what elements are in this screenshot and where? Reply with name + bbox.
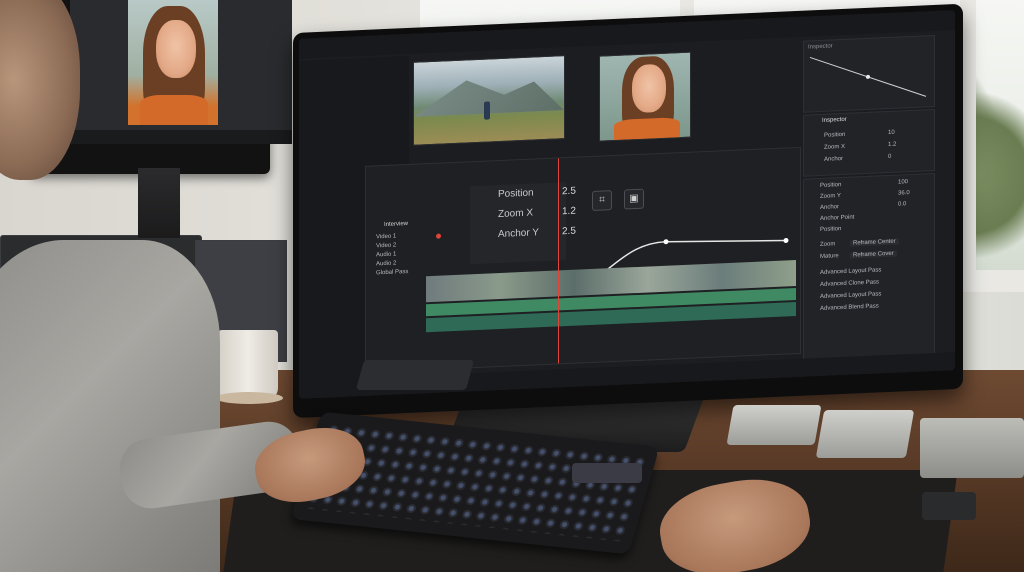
playhead[interactable] [558, 158, 559, 364]
dropdown-label: Zoom [820, 241, 836, 248]
tree-title: Interview [384, 220, 409, 229]
row-label: Position [820, 226, 842, 233]
param-value[interactable]: 2.5 [562, 186, 576, 198]
row-label: Position [824, 131, 846, 139]
keyframe-dot[interactable] [663, 239, 669, 245]
inspector-panel: Inspector Position 10 Zoom X 1.2 Anchor … [803, 108, 935, 177]
crop-icon[interactable]: ⌗ [592, 190, 612, 211]
row-value: 0 [888, 153, 892, 161]
properties-panel: Position 100 Zoom Y 36.0 Anchor 0.0 Anch… [803, 172, 935, 361]
transform-icon[interactable]: ▣ [624, 188, 644, 210]
param-label: Anchor Y [498, 227, 539, 241]
dropdown-value[interactable]: Reframe Center [850, 238, 899, 247]
dropdown-value[interactable]: Reframe Cover [850, 250, 897, 259]
editing-app-window: Inspector Inspector Position 10 Zoom X 1 [299, 10, 955, 399]
dock-device [920, 418, 1024, 478]
keyframe-dot[interactable] [783, 237, 789, 243]
inspector-curve-panel[interactable]: Inspector [803, 34, 935, 113]
stream-deck-device [572, 463, 642, 483]
transport-bar [70, 130, 292, 144]
row-value: 100 [898, 179, 909, 186]
row-label: Anchor [824, 155, 844, 163]
param-label: Zoom X [498, 207, 534, 221]
monitor-stand [138, 168, 180, 238]
row-label: Zoom X [824, 143, 846, 151]
row-value: 0.0 [898, 201, 907, 208]
timeline-panel: Interview Video 1 Video 2 Audio 1 Audio … [365, 146, 801, 373]
section-label: Advanced Layout Pass [820, 267, 882, 276]
person-torso [0, 240, 220, 572]
row-label: Anchor Point [820, 214, 855, 222]
param-value[interactable]: 1.2 [562, 206, 576, 218]
shirt [614, 117, 680, 140]
inspector-rows: Position 10 Zoom X 1.2 Anchor 0 [810, 126, 930, 167]
secondary-monitor-screen [70, 0, 292, 144]
inspector-title: Inspector [808, 43, 833, 51]
section-label: Advanced Layout Pass [820, 291, 882, 300]
program-viewer[interactable] [599, 51, 691, 142]
usb-hub [922, 492, 976, 520]
row-value: 10 [888, 129, 895, 137]
face [156, 20, 196, 78]
tree-item[interactable]: Global Pass [376, 268, 428, 279]
keyframe-dot[interactable] [866, 74, 870, 79]
external-drive [355, 360, 475, 390]
shirt [140, 95, 208, 125]
row-label: Anchor [820, 204, 840, 211]
section-label: Advanced Blend Pass [820, 303, 879, 312]
section-label: Advanced Clone Pass [820, 279, 880, 288]
inspector-header: Inspector [822, 116, 847, 124]
source-viewer[interactable] [413, 55, 565, 146]
marker[interactable] [436, 233, 441, 239]
row-label: Zoom Y [820, 193, 841, 200]
video-preview [128, 0, 218, 125]
hard-drive [726, 405, 822, 445]
coffee-mug [218, 330, 278, 400]
row-value: 1.2 [888, 141, 897, 149]
hard-drive [815, 410, 915, 458]
curve-graph [809, 56, 927, 97]
hiker-figure [484, 101, 490, 120]
property-rows: Position 100 Zoom Y 36.0 Anchor 0.0 Anch… [810, 178, 930, 318]
photo-scene: Inspector Inspector Position 10 Zoom X 1 [0, 0, 1024, 572]
dropdown-label: Mature [820, 253, 839, 260]
row-value: 36.0 [898, 190, 910, 197]
face [632, 63, 666, 114]
param-label: Position [498, 187, 534, 201]
coaster [215, 392, 283, 404]
main-monitor: Inspector Inspector Position 10 Zoom X 1 [293, 3, 963, 419]
row-label: Position [820, 182, 842, 189]
track-tree: Video 1 Video 2 Audio 1 Audio 2 Global P… [376, 232, 428, 279]
